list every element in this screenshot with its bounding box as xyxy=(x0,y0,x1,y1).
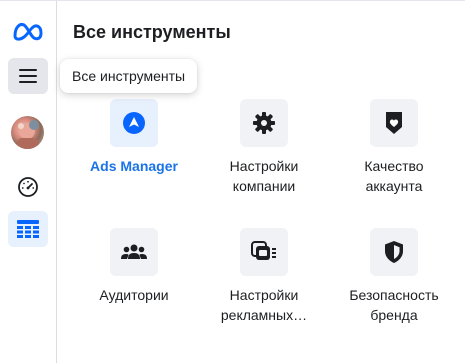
menu-button[interactable] xyxy=(8,58,48,94)
navigation-arrow-icon xyxy=(123,112,145,134)
all-tools-button[interactable] xyxy=(8,211,48,247)
tool-tile xyxy=(110,99,158,147)
tool-tile xyxy=(240,99,288,147)
meta-logo-icon[interactable] xyxy=(11,19,45,43)
ad-settings-icon xyxy=(251,241,276,260)
tool-tile xyxy=(110,228,158,276)
avatar[interactable] xyxy=(11,116,44,149)
tool-ad-account-settings[interactable]: Настройки рекламных… xyxy=(209,228,319,325)
tool-label: Настройки компании xyxy=(229,158,299,194)
tool-label: Ads Manager xyxy=(90,158,178,174)
tool-label: Настройки рекламных… xyxy=(220,287,308,323)
shield-heart-icon xyxy=(386,112,402,134)
tool-label: Безопасность бренда xyxy=(349,287,439,323)
page-title: Все инструменты xyxy=(73,22,231,42)
menu-icon xyxy=(19,69,37,83)
gear-icon xyxy=(253,112,275,134)
tool-label: Аудитории xyxy=(99,287,169,303)
all-tools-panel: Все инструменты Ads Manager Настройки ко… xyxy=(0,0,465,363)
shield-icon xyxy=(385,241,403,263)
gauge-icon xyxy=(18,177,38,197)
people-icon xyxy=(121,244,147,259)
tooltip: Все инструменты xyxy=(60,59,198,93)
tool-brand-safety[interactable]: Безопасность бренда xyxy=(339,228,449,325)
avatar-image xyxy=(17,120,39,149)
table-grid-icon xyxy=(17,220,39,238)
tool-label: Качество аккаунта xyxy=(364,158,424,194)
tool-account-quality[interactable]: Качество аккаунта xyxy=(339,99,449,196)
tool-ads-manager[interactable]: Ads Manager xyxy=(79,99,189,176)
tool-tile xyxy=(370,99,418,147)
performance-button[interactable] xyxy=(8,169,48,205)
left-nav-rail xyxy=(0,1,57,363)
tool-tile xyxy=(370,228,418,276)
tool-audiences[interactable]: Аудитории xyxy=(79,228,189,305)
tool-business-settings[interactable]: Настройки компании xyxy=(209,99,319,196)
tool-tile xyxy=(240,228,288,276)
